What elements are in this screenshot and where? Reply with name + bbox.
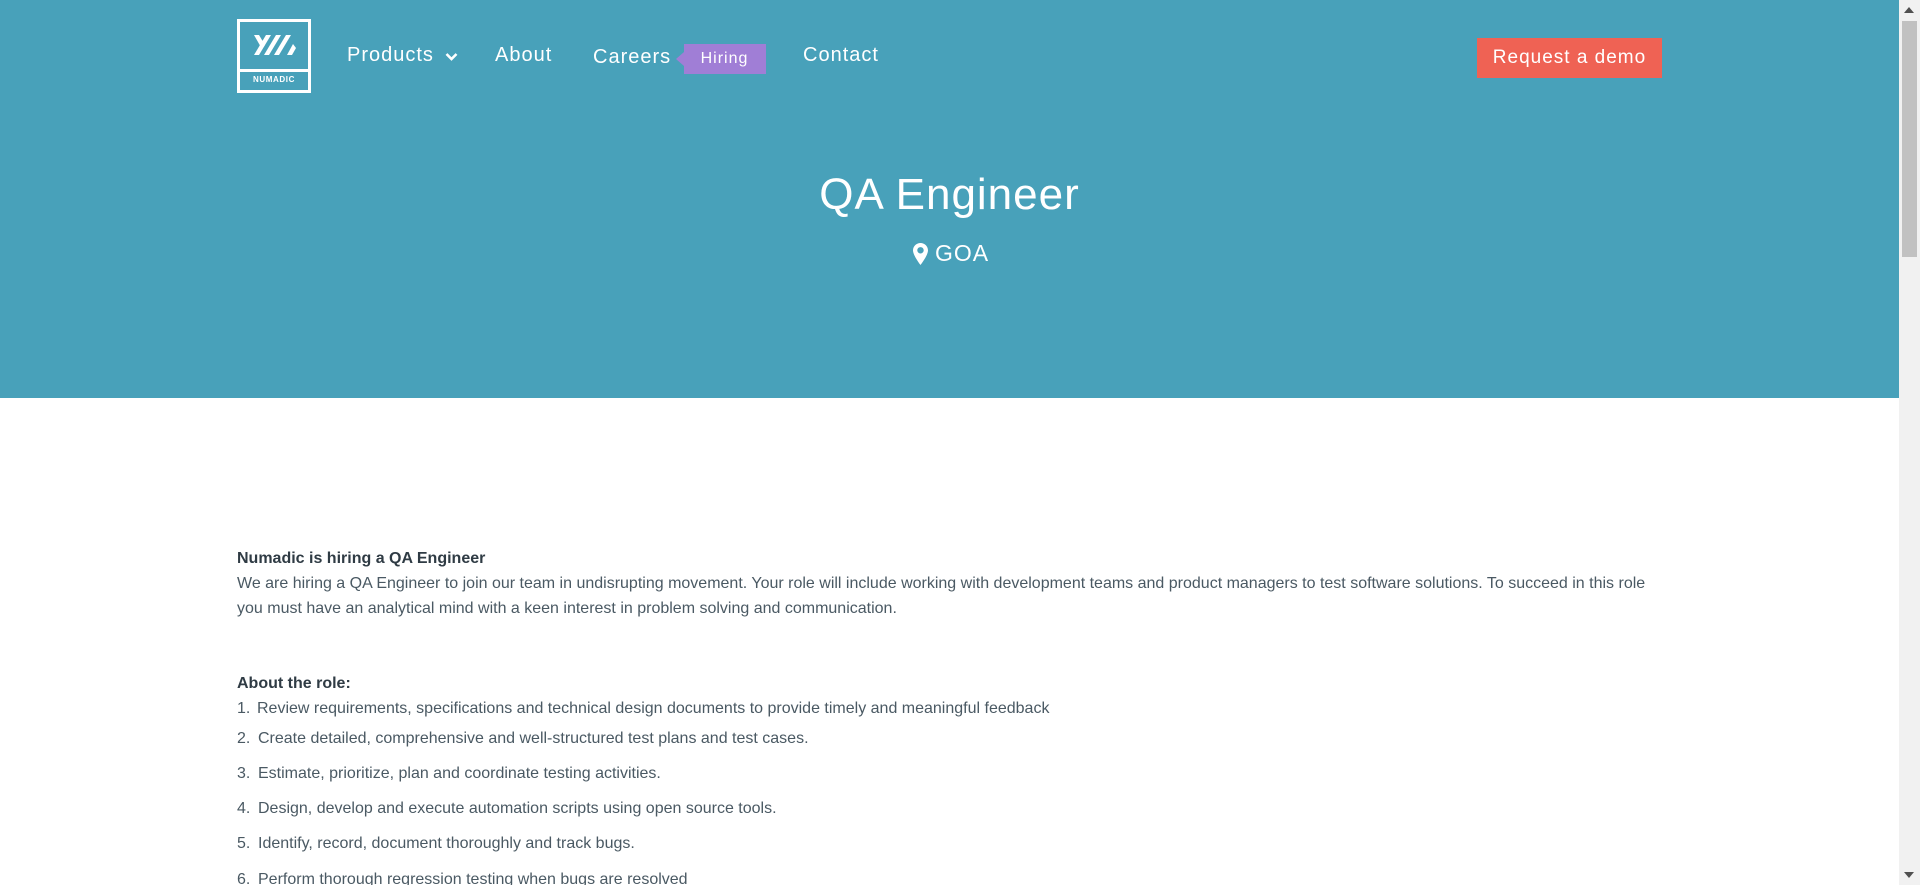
role-list: 1. Review requirements, specifications an… [237,696,1667,885]
scroll-up-arrow-icon[interactable] [1904,7,1914,13]
chevron-down-icon[interactable] [445,52,458,62]
role-heading: About the role: [237,675,351,692]
role-list-item: 3. Estimate, prioritize, plan and coordin… [237,756,1667,791]
role-list-item: 2. Create detailed, comprehensive and wel… [237,721,1667,756]
page-viewport: NUMADIC Products About Careers Hiring Co… [0,0,1899,885]
role-item-number: 5. [237,835,251,852]
role-item-text: Create detailed, comprehensive and well-… [258,730,809,747]
nav-products[interactable]: Products [347,44,434,67]
request-demo-button[interactable]: Request a demo [1477,38,1662,78]
intro-body: We are hiring a QA Engineer to join our … [237,575,1646,617]
role-list-item: 5. Identify, record, document thoroughly … [237,826,1667,862]
scrollbar-thumb[interactable] [1902,21,1917,257]
logo-wordmark: NUMADIC [253,75,295,84]
role-item-text: Identify, record, document thoroughly an… [258,835,635,852]
job-title: QA Engineer [819,170,1080,219]
nav-about[interactable]: About [495,44,552,67]
nav-products-label: Products [347,44,434,66]
nav-careers[interactable]: Careers [593,46,671,69]
logo-divider [240,69,308,72]
scroll-down-arrow-icon[interactable] [1904,872,1914,878]
role-item-text: Review requirements, specifications and … [257,700,1050,717]
role-item-text: Design, develop and execute automation s… [258,800,777,817]
numadic-logo[interactable]: NUMADIC [237,19,311,93]
role-item-number: 3. [237,765,251,782]
hero-banner: NUMADIC Products About Careers Hiring Co… [0,0,1899,398]
role-list-item: 4. Design, develop and execute automation… [237,791,1667,826]
logo-mark-icon [254,35,296,55]
role-item-number: 4. [237,800,251,817]
location-label: GOA [935,240,990,266]
role-item-number: 2. [237,730,251,747]
intro-heading: Numadic is hiring a QA Engineer [237,550,486,567]
map-pin-icon [913,243,928,265]
role-list-item: 6. Perform thorough regression testing wh… [237,862,1667,885]
role-item-number: 6. [237,871,251,885]
role-item-text: Perform thorough regression testing when… [258,871,688,885]
role-item-text: Estimate, prioritize, plan and coordinat… [258,765,661,782]
hiring-badge[interactable]: Hiring [676,44,766,74]
page-scrollbar[interactable] [1899,0,1920,885]
nav-contact[interactable]: Contact [803,44,879,67]
role-item-number: 1. [237,700,251,717]
role-list-item: 1. Review requirements, specifications an… [237,696,1667,721]
job-description: Numadic is hiring a QA Engineer We are h… [237,546,1667,885]
